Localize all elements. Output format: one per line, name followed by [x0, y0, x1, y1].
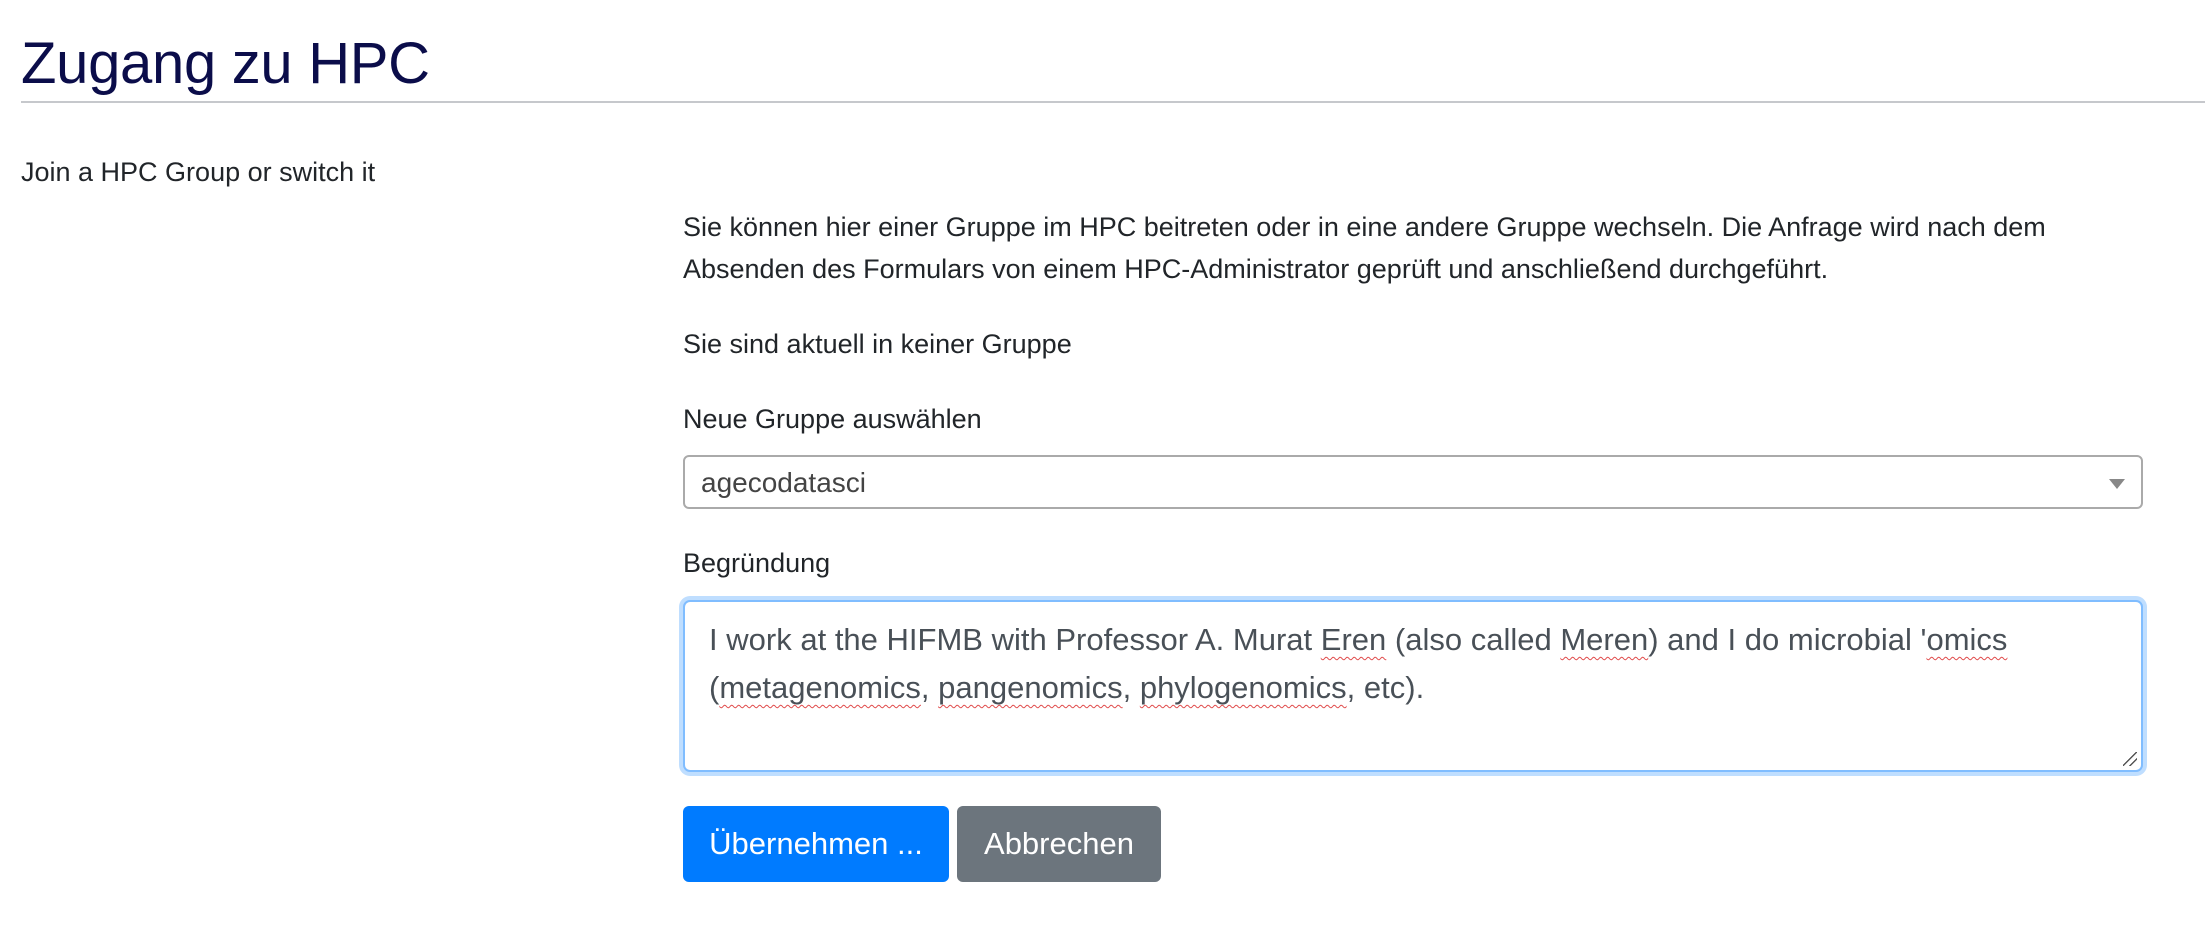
group-form: Sie können hier einer Gruppe im HPC beit…: [683, 206, 2143, 882]
intro-line-1: Sie können hier einer Gruppe im HPC beit…: [683, 212, 2046, 242]
misspelled-word: pangenomics: [938, 670, 1123, 705]
reason-textarea[interactable]: I work at the HIFMB with Professor A. Mu…: [683, 600, 2143, 772]
reason-label: Begründung: [683, 548, 831, 578]
group-select-value: agecodatasci: [701, 467, 867, 498]
misspelled-word: Meren: [1560, 622, 1649, 657]
section-label: Join a HPC Group or switch it: [21, 157, 376, 187]
misspelled-word: Eren: [1320, 622, 1387, 657]
submit-button[interactable]: Übernehmen ...: [683, 806, 949, 882]
cancel-button[interactable]: Abbrechen: [957, 806, 1161, 882]
resize-grip-icon[interactable]: [2123, 752, 2137, 766]
group-select-label: Neue Gruppe auswählen: [683, 404, 982, 434]
misspelled-word: phylogenomics: [1139, 670, 1347, 705]
misspelled-word: metagenomics: [719, 670, 921, 705]
title-divider: [21, 101, 2205, 103]
current-group-status: Sie sind aktuell in keiner Gruppe: [683, 329, 1072, 359]
reason-text: I work at the HIFMB with Professor A. Mu…: [709, 622, 2008, 705]
group-select[interactable]: agecodatasci: [683, 455, 2143, 509]
misspelled-word: omics: [1926, 622, 2008, 657]
chevron-down-icon[interactable]: [2109, 479, 2125, 489]
intro-text: Sie können hier einer Gruppe im HPC beit…: [683, 206, 2143, 290]
intro-line-2: Absenden des Formulars von einem HPC-Adm…: [683, 254, 1829, 284]
page-title: Zugang zu HPC: [21, 31, 430, 96]
page: Zugang zu HPC Join a HPC Group or switch…: [0, 0, 2205, 935]
